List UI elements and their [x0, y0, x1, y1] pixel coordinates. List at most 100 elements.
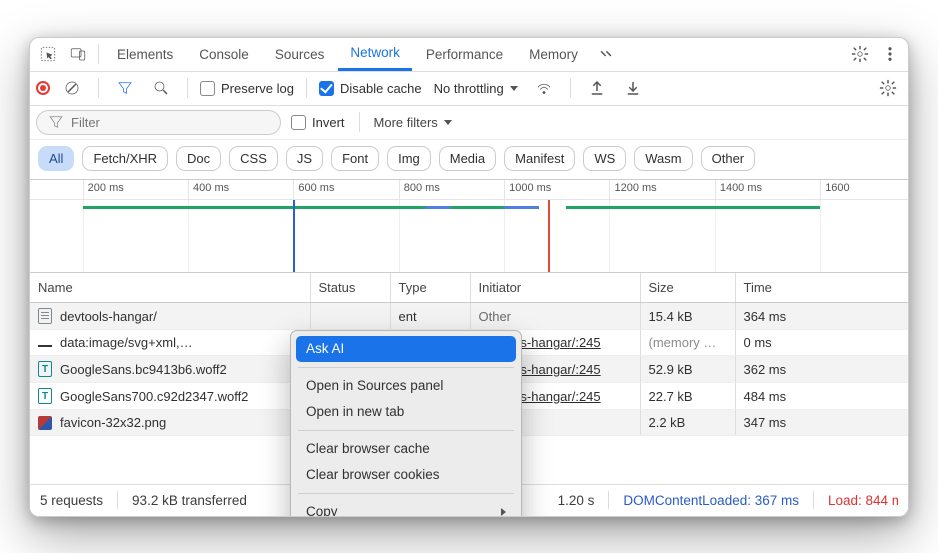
separator — [608, 491, 609, 509]
tick-label: 600 ms — [298, 182, 334, 194]
col-initiator[interactable]: Initiator — [470, 273, 640, 303]
chip-font[interactable]: Font — [331, 146, 379, 171]
col-size[interactable]: Size — [640, 273, 735, 303]
ctx-label: Copy — [306, 504, 338, 517]
status-transferred: 93.2 kB transferred — [132, 493, 247, 508]
download-har-icon[interactable] — [619, 74, 647, 102]
tick-label: 800 ms — [404, 182, 440, 194]
col-time[interactable]: Time — [735, 273, 908, 303]
menu-divider — [298, 493, 514, 494]
chip-img[interactable]: Img — [387, 146, 431, 171]
ctx-ask-ai[interactable]: Ask AI — [296, 336, 516, 362]
chevron-right-icon — [501, 508, 506, 516]
checkbox-checked-icon — [319, 81, 334, 96]
chip-fetchxhr[interactable]: Fetch/XHR — [82, 146, 168, 171]
chevron-down-icon — [444, 120, 452, 125]
clear-icon[interactable] — [58, 74, 86, 102]
generic-resource-icon — [38, 345, 52, 347]
tab-performance[interactable]: Performance — [414, 37, 515, 71]
font-file-icon — [38, 361, 52, 377]
filter-input[interactable] — [36, 110, 281, 135]
request-name: GoogleSans.bc9413b6.woff2 — [60, 362, 227, 377]
col-type[interactable]: Type — [390, 273, 470, 303]
tab-memory[interactable]: Memory — [517, 37, 590, 71]
ctx-copy-submenu[interactable]: Copy — [296, 499, 516, 517]
font-file-icon — [38, 388, 52, 404]
time-cell: 362 ms — [735, 356, 908, 383]
tick-label: 1600 — [825, 182, 849, 194]
tab-elements[interactable]: Elements — [105, 37, 185, 71]
tab-label: Network — [350, 45, 400, 60]
request-name: data:image/svg+xml,… — [60, 335, 193, 350]
chevron-down-icon — [510, 86, 518, 91]
table-header-row: Name Status Type Initiator Size Time — [30, 273, 908, 303]
network-conditions-icon[interactable] — [530, 74, 558, 102]
preserve-log-label: Preserve log — [221, 81, 294, 96]
chip-js[interactable]: JS — [286, 146, 323, 171]
tab-network[interactable]: Network — [338, 37, 412, 71]
devtools-window: Elements Console Sources Network Perform… — [29, 37, 909, 517]
ctx-open-new-tab[interactable]: Open in new tab — [296, 399, 516, 425]
ctx-label: Clear browser cookies — [306, 467, 440, 482]
ctx-label: Open in new tab — [306, 404, 404, 419]
network-toolbar: Preserve log Disable cache No throttling — [30, 72, 908, 106]
preserve-log-checkbox[interactable]: Preserve log — [200, 81, 294, 96]
more-filters-button[interactable]: More filters — [374, 115, 452, 130]
size-cell: (memory … — [640, 330, 735, 356]
chip-doc[interactable]: Doc — [176, 146, 221, 171]
tab-sources[interactable]: Sources — [263, 37, 337, 71]
status-requests: 5 requests — [40, 493, 103, 508]
ctx-label: Ask AI — [306, 341, 344, 356]
ctx-label: Open in Sources panel — [306, 378, 443, 393]
invert-checkbox[interactable]: Invert — [291, 115, 345, 130]
throttling-select[interactable]: No throttling — [430, 81, 522, 96]
ctx-label: Clear browser cache — [306, 441, 430, 456]
main-tab-bar: Elements Console Sources Network Perform… — [30, 38, 908, 72]
ctx-clear-cache[interactable]: Clear browser cache — [296, 436, 516, 462]
tick-label: 200 ms — [88, 182, 124, 194]
separator — [187, 78, 188, 98]
filter-toggle-icon[interactable] — [111, 74, 139, 102]
filter-text-input[interactable] — [71, 115, 270, 130]
kebab-menu-icon[interactable] — [876, 40, 904, 68]
size-cell: 22.7 kB — [640, 383, 735, 410]
status-cell — [310, 303, 390, 330]
ctx-clear-cookies[interactable]: Clear browser cookies — [296, 462, 516, 488]
chip-css[interactable]: CSS — [229, 146, 278, 171]
chip-wasm[interactable]: Wasm — [634, 146, 692, 171]
chip-all[interactable]: All — [38, 146, 74, 171]
tick-label: 400 ms — [193, 182, 229, 194]
size-cell: 2.2 kB — [640, 410, 735, 436]
document-icon — [38, 308, 52, 324]
image-file-icon — [38, 416, 52, 430]
more-tabs-icon[interactable] — [592, 40, 620, 68]
col-status[interactable]: Status — [310, 273, 390, 303]
upload-har-icon[interactable] — [583, 74, 611, 102]
chip-manifest[interactable]: Manifest — [504, 146, 575, 171]
tab-console[interactable]: Console — [187, 37, 261, 71]
chip-other[interactable]: Other — [701, 146, 756, 171]
ctx-open-sources[interactable]: Open in Sources panel — [296, 373, 516, 399]
timeline-overview[interactable]: 200 ms 400 ms 600 ms 800 ms 1000 ms 1200… — [30, 179, 908, 273]
table-row[interactable]: devtools-hangar/entOther15.4 kB364 ms — [30, 303, 908, 330]
inspect-element-icon[interactable] — [34, 40, 62, 68]
chip-ws[interactable]: WS — [583, 146, 626, 171]
disable-cache-checkbox[interactable]: Disable cache — [319, 81, 422, 96]
status-load: Load: 844 ms — [828, 493, 898, 508]
request-name: favicon-32x32.png — [60, 415, 166, 430]
settings-icon[interactable] — [846, 40, 874, 68]
size-cell: 52.9 kB — [640, 356, 735, 383]
chip-media[interactable]: Media — [439, 146, 496, 171]
tab-label: Sources — [275, 47, 325, 62]
menu-divider — [298, 430, 514, 431]
separator — [306, 78, 307, 98]
throttling-value: No throttling — [434, 81, 504, 96]
more-filters-label: More filters — [374, 115, 438, 130]
search-icon[interactable] — [147, 74, 175, 102]
device-toolbar-icon[interactable] — [64, 40, 92, 68]
col-name[interactable]: Name — [30, 273, 310, 303]
panel-settings-icon[interactable] — [874, 74, 902, 102]
filter-row: Invert More filters — [30, 106, 908, 140]
record-button[interactable] — [36, 81, 50, 95]
tick-label: 1000 ms — [509, 182, 551, 194]
